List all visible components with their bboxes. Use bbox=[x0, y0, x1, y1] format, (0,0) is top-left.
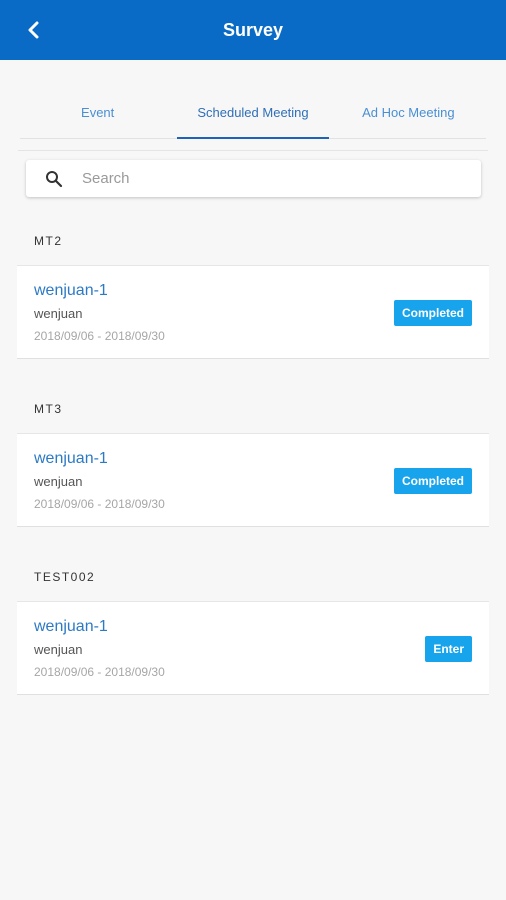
group-label-test002: TEST002 bbox=[34, 570, 96, 584]
tab-event[interactable]: Event bbox=[20, 86, 175, 138]
app-header: Survey bbox=[0, 0, 506, 60]
tab-scheduled-meeting[interactable]: Scheduled Meeting bbox=[175, 86, 330, 139]
survey-title[interactable]: wenjuan-1 bbox=[34, 282, 108, 300]
group-label-mt2: MT2 bbox=[34, 234, 63, 248]
divider bbox=[18, 150, 488, 151]
search-bar[interactable] bbox=[26, 160, 481, 197]
tab-ad-hoc-meeting[interactable]: Ad Hoc Meeting bbox=[331, 86, 486, 138]
completed-button[interactable]: Completed bbox=[393, 468, 472, 494]
survey-card[interactable]: wenjuan-1 wenjuan 2018/09/06 - 2018/09/3… bbox=[17, 601, 489, 695]
enter-button[interactable]: Enter bbox=[425, 636, 472, 662]
survey-subtitle: wenjuan bbox=[34, 474, 83, 489]
group-label-mt3: MT3 bbox=[34, 402, 63, 416]
page-title: Survey bbox=[222, 19, 284, 40]
search-icon bbox=[26, 160, 82, 197]
survey-subtitle: wenjuan bbox=[34, 642, 83, 657]
survey-card[interactable]: wenjuan-1 wenjuan 2018/09/06 - 2018/09/3… bbox=[17, 433, 489, 527]
chevron-left-icon bbox=[28, 21, 39, 39]
survey-card[interactable]: wenjuan-1 wenjuan 2018/09/06 - 2018/09/3… bbox=[17, 265, 489, 359]
back-button[interactable] bbox=[18, 14, 50, 46]
survey-date-range: 2018/09/06 - 2018/09/30 bbox=[34, 665, 165, 679]
search-input[interactable] bbox=[82, 170, 481, 187]
survey-title[interactable]: wenjuan-1 bbox=[34, 450, 108, 468]
survey-date-range: 2018/09/06 - 2018/09/30 bbox=[34, 329, 165, 343]
survey-subtitle: wenjuan bbox=[34, 306, 83, 321]
completed-button[interactable]: Completed bbox=[393, 300, 472, 326]
tab-bar: Event Scheduled Meeting Ad Hoc Meeting bbox=[20, 86, 486, 139]
survey-date-range: 2018/09/06 - 2018/09/30 bbox=[34, 497, 165, 511]
survey-title[interactable]: wenjuan-1 bbox=[34, 618, 108, 636]
